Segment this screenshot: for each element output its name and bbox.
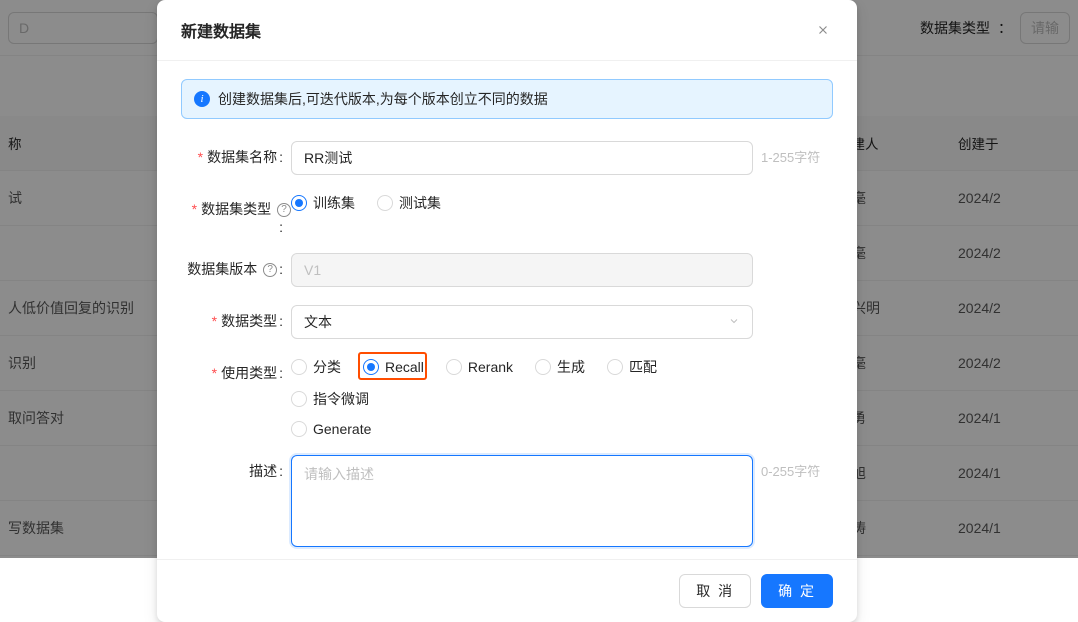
radio-instruct[interactable]: 指令微调 [291, 389, 369, 409]
data-type-select[interactable]: 文本 [291, 305, 753, 339]
radio-train[interactable]: 训练集 [291, 193, 355, 213]
version-label: 数据集版本 [187, 261, 257, 277]
help-icon[interactable]: ? [263, 263, 277, 277]
radio-classify[interactable]: 分类 [291, 357, 341, 377]
description-hint: 0-255字符 [753, 455, 833, 480]
version-input [291, 253, 753, 287]
dataset-name-input[interactable] [291, 141, 753, 175]
info-alert: i 创建数据集后,可迭代版本,为每个版本创立不同的数据 [181, 79, 833, 119]
close-icon[interactable] [813, 20, 833, 40]
ok-button[interactable]: 确 定 [761, 574, 833, 608]
radio-generate-en[interactable]: Generate [291, 421, 753, 437]
alert-text: 创建数据集后,可迭代版本,为每个版本创立不同的数据 [218, 89, 548, 109]
help-icon[interactable]: ? [277, 203, 291, 217]
radio-match[interactable]: 匹配 [607, 357, 657, 377]
chevron-down-icon [728, 314, 740, 330]
radio-recall[interactable]: Recall [363, 359, 424, 375]
create-dataset-modal: 新建数据集 i 创建数据集后,可迭代版本,为每个版本创立不同的数据 数据集名称:… [157, 0, 857, 622]
name-hint: 1-255字符 [753, 141, 833, 166]
description-textarea[interactable] [291, 455, 753, 547]
radio-rerank[interactable]: Rerank [446, 359, 513, 375]
modal-title: 新建数据集 [181, 18, 261, 42]
radio-test[interactable]: 测试集 [377, 193, 441, 213]
dataset-type-label: 数据集类型 [192, 201, 271, 217]
name-label: 数据集名称 [198, 149, 277, 165]
use-type-label: 使用类型 [212, 365, 277, 381]
cancel-button[interactable]: 取 消 [679, 574, 751, 608]
description-label: 描述 [249, 463, 277, 479]
info-icon: i [194, 91, 210, 107]
data-type-label: 数据类型 [212, 313, 277, 329]
radio-generate-cn[interactable]: 生成 [535, 357, 585, 377]
